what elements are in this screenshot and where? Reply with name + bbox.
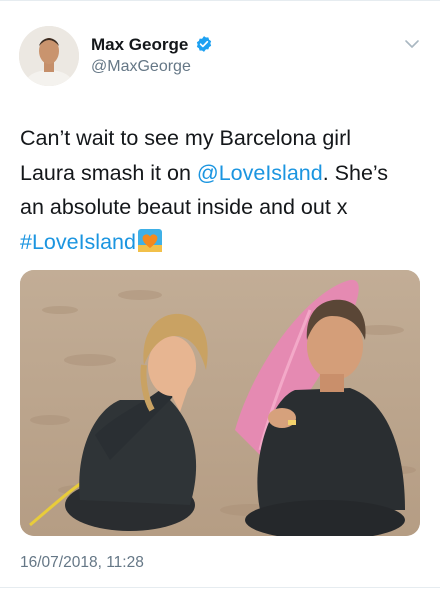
author-display-name[interactable]: Max George [91, 35, 188, 55]
tweet-photo[interactable] [20, 270, 420, 536]
tweet-text-line3: an absolute beaut inside and out x [20, 195, 348, 219]
tweet-text-line1: Can’t wait to see my Barcelona girl [20, 126, 352, 150]
author-handle[interactable]: @MaxGeorge [91, 58, 191, 76]
orange-heart-hashflag-icon [137, 228, 162, 252]
bottom-divider [0, 587, 440, 588]
tweet-text-line2-pre: Laura smash it on [20, 160, 197, 185]
tweet-text: Can’t wait to see my Barcelona girl Laur… [20, 121, 425, 259]
avatar-image [19, 26, 79, 86]
verified-badge-icon [196, 36, 212, 52]
tweet-text-line2-post: . She’s [322, 160, 389, 185]
mention-link[interactable]: @LoveIsland [197, 161, 323, 185]
chevron-down-icon[interactable] [404, 38, 420, 50]
top-divider [0, 0, 440, 1]
tweet-photo-image [20, 270, 420, 536]
hashtag-link[interactable]: #LoveIsland [20, 230, 136, 254]
tweet-timestamp[interactable]: 16/07/2018, 11:28 [20, 554, 144, 572]
avatar[interactable] [19, 26, 79, 86]
